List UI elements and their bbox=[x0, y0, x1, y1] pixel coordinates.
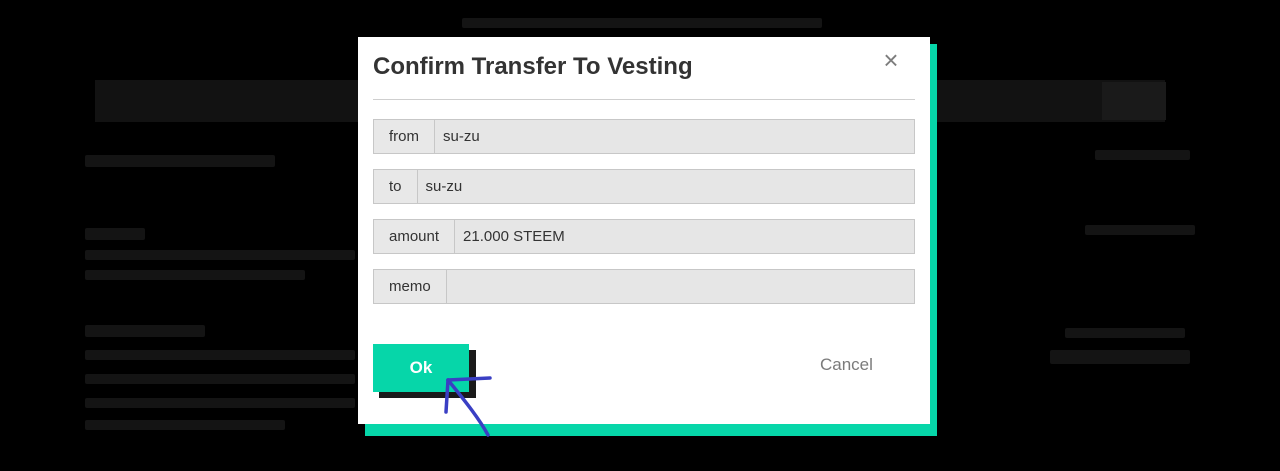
background-text bbox=[85, 374, 355, 384]
background-tabs bbox=[85, 155, 275, 167]
modal-title: Confirm Transfer To Vesting bbox=[373, 53, 693, 80]
divider bbox=[373, 99, 915, 100]
background-text bbox=[85, 270, 305, 280]
memo-label: memo bbox=[374, 270, 447, 303]
to-value: su-zu bbox=[417, 170, 914, 203]
cancel-button[interactable]: Cancel bbox=[820, 355, 880, 379]
background-heading bbox=[85, 325, 205, 337]
to-label: to bbox=[374, 170, 418, 203]
confirm-transfer-modal: Confirm Transfer To Vesting × from su-zu… bbox=[358, 37, 930, 424]
background-text bbox=[1085, 225, 1195, 235]
from-field: from su-zu bbox=[373, 119, 915, 154]
amount-field: amount 21.000 STEEM bbox=[373, 219, 915, 254]
background-banner-text bbox=[462, 18, 822, 28]
background-text bbox=[1095, 150, 1190, 160]
from-value: su-zu bbox=[435, 120, 914, 153]
background-text bbox=[85, 350, 355, 360]
background-text bbox=[85, 420, 285, 430]
background-heading bbox=[85, 228, 145, 240]
hand-drawn-arrow-icon bbox=[444, 376, 492, 437]
amount-value: 21.000 STEEM bbox=[455, 220, 914, 253]
background-text bbox=[85, 250, 355, 260]
to-field: to su-zu bbox=[373, 169, 915, 204]
background-balance bbox=[1050, 350, 1190, 364]
background-text bbox=[85, 398, 355, 408]
amount-label: amount bbox=[374, 220, 456, 253]
background-text bbox=[1065, 328, 1185, 338]
from-label: from bbox=[374, 120, 435, 153]
close-icon[interactable]: × bbox=[880, 47, 902, 73]
memo-value bbox=[446, 270, 914, 303]
memo-field: memo bbox=[373, 269, 915, 304]
background-wallet-button bbox=[1102, 82, 1166, 120]
